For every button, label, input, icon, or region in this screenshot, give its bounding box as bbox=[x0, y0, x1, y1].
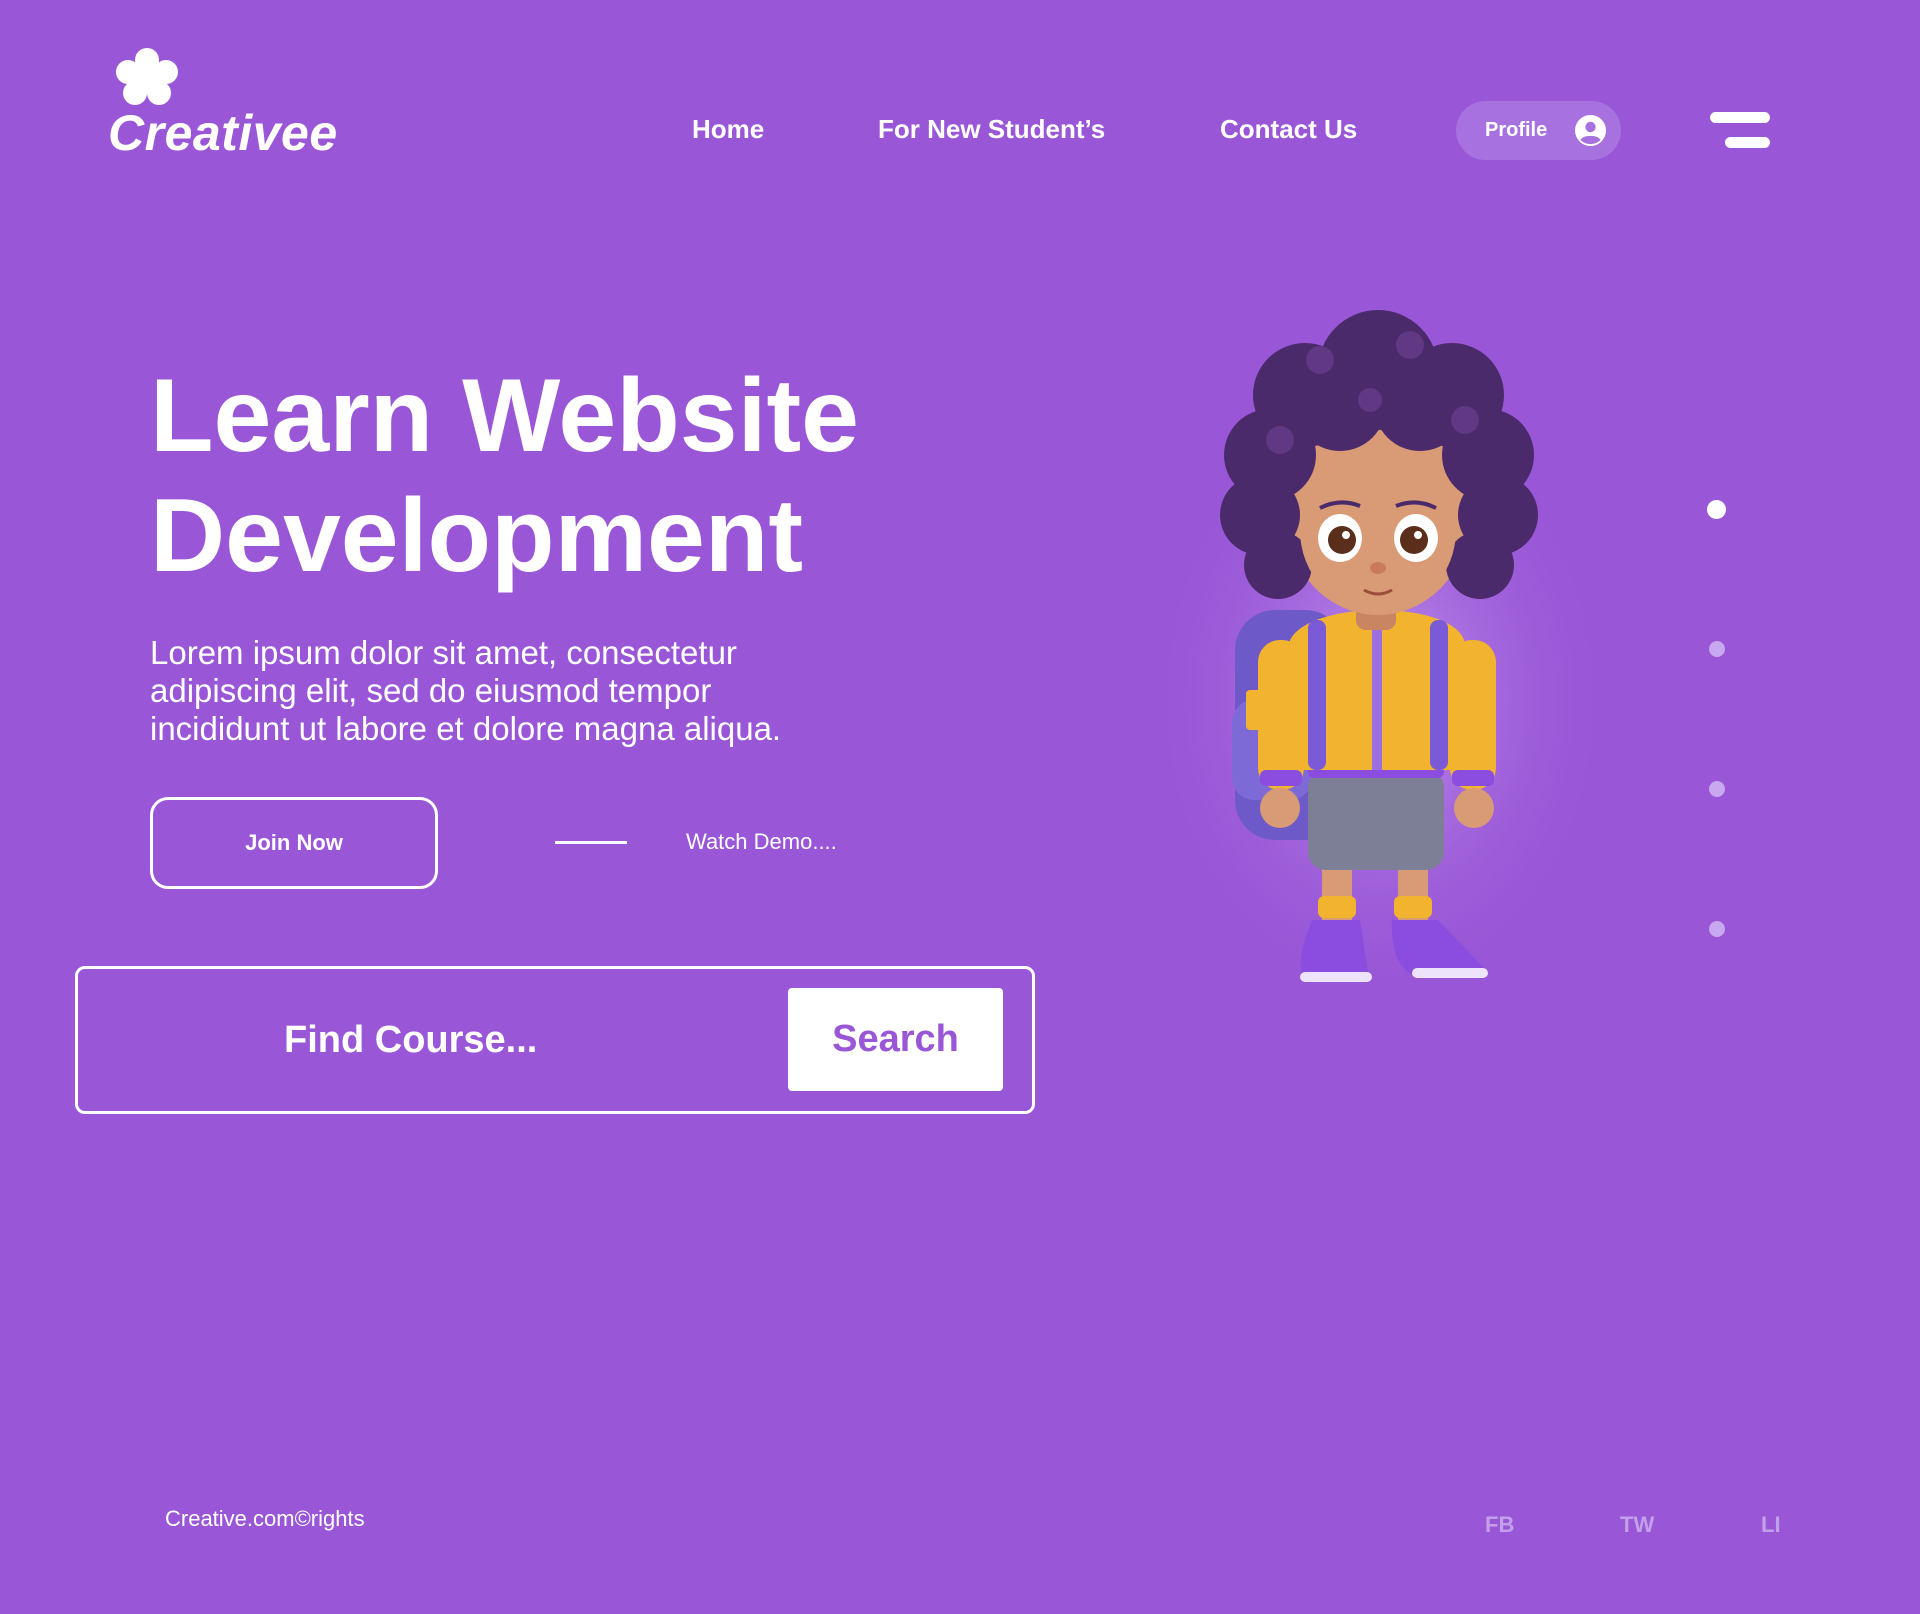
hero-title: Learn Website Development bbox=[150, 356, 859, 596]
social-link-linkedin[interactable]: LI bbox=[1761, 1512, 1781, 1538]
slider-dot-1[interactable] bbox=[1707, 500, 1726, 519]
flower-icon bbox=[116, 48, 178, 105]
find-course-input[interactable] bbox=[108, 995, 798, 1085]
nav-contact-us[interactable]: Contact Us bbox=[1220, 114, 1357, 145]
slider-dot-4[interactable] bbox=[1709, 921, 1725, 937]
student-character-illustration bbox=[1150, 310, 1610, 1000]
join-now-button[interactable]: Join Now bbox=[150, 797, 438, 889]
social-link-facebook[interactable]: FB bbox=[1485, 1512, 1514, 1538]
profile-label: Profile bbox=[1485, 119, 1548, 141]
hero-title-line1: Learn Website bbox=[150, 358, 859, 474]
social-link-twitter[interactable]: TW bbox=[1620, 1512, 1654, 1538]
user-circle-icon bbox=[1575, 115, 1606, 146]
profile-button[interactable]: Profile bbox=[1456, 101, 1621, 160]
logo-text: Creativee bbox=[108, 105, 338, 161]
hamburger-menu-icon[interactable] bbox=[1710, 112, 1770, 152]
course-search-box: Search bbox=[75, 966, 1035, 1114]
logo[interactable]: Creativee bbox=[108, 46, 348, 161]
hero-title-line2: Development bbox=[150, 478, 804, 594]
landing-page: Creativee Home For New Student’s Contact… bbox=[0, 0, 1920, 1614]
copyright-text: Creative.com©rights bbox=[165, 1506, 365, 1531]
slider-dot-3[interactable] bbox=[1709, 781, 1725, 797]
search-button[interactable]: Search bbox=[788, 988, 1003, 1091]
nav-for-new-students[interactable]: For New Student’s bbox=[878, 114, 1105, 145]
nav-home[interactable]: Home bbox=[692, 114, 764, 145]
menu-bar-bottom bbox=[1725, 137, 1770, 148]
menu-bar-top bbox=[1710, 112, 1770, 123]
slider-dot-2[interactable] bbox=[1709, 641, 1725, 657]
watch-demo-link[interactable]: Watch Demo.... bbox=[686, 829, 837, 855]
watch-demo-divider bbox=[555, 841, 627, 844]
hero-description: Lorem ipsum dolor sit amet, consectetur … bbox=[150, 634, 782, 747]
